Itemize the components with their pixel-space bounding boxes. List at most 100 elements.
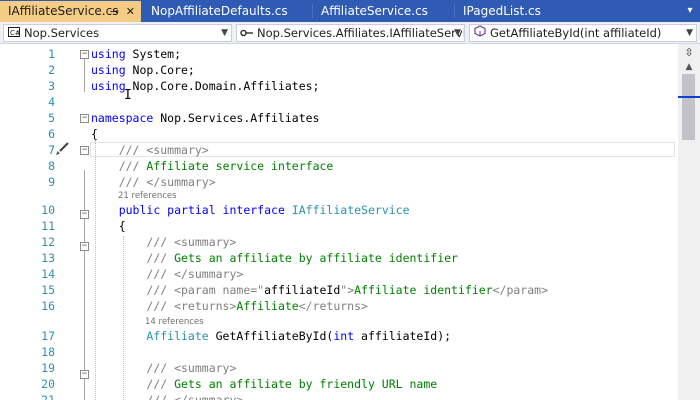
tab-nopaffiliatedefaults[interactable]: NopAffiliateDefaults.cs <box>143 1 311 22</box>
line-number: 18 <box>41 345 55 359</box>
tab-affiliateservice[interactable]: AffiliateService.cs <box>313 1 453 22</box>
line-number: 14 <box>41 267 55 281</box>
code-token: affiliateId); <box>354 329 452 343</box>
code-token: using <box>91 47 126 61</box>
code-token: Affiliate identifier <box>354 283 493 297</box>
code-token: using <box>91 63 126 77</box>
code-text: /// <summary> <box>91 234 236 250</box>
code-token: </returns> <box>298 299 368 313</box>
line-number: 20 <box>41 377 55 391</box>
code-line: 8 /// Affiliate service interface <box>0 158 678 174</box>
code-token: Nop.Core; <box>125 63 195 77</box>
code-text: /// Affiliate service interface <box>91 158 334 174</box>
code-token: IAffiliateService <box>291 203 410 217</box>
tab-label: IPagedList.cs <box>463 4 541 18</box>
method-icon <box>473 25 487 41</box>
code-text: /// </summary> <box>91 174 216 190</box>
member-dropdown[interactable]: GetAffiliateById(int affiliateId) ▼ <box>469 24 697 42</box>
code-token: Gets an affiliate by friendly URL name <box>174 377 438 391</box>
chevron-down-icon: ▼ <box>686 28 693 38</box>
code-token: System; <box>125 47 182 61</box>
code-token: /// <param name=" <box>146 283 265 297</box>
code-text: /// Gets an affiliate by friendly URL na… <box>91 376 437 392</box>
code-token: /// <box>146 377 175 391</box>
code-token: Nop.Core.Domain.Affiliates; <box>125 79 320 93</box>
code-line: 20 /// Gets an affiliate by friendly URL… <box>0 376 678 392</box>
line-number: 5 <box>48 111 55 125</box>
tab-ipagedlist[interactable]: IPagedList.cs <box>455 1 573 22</box>
code-text: Affiliate GetAffiliateById(int affiliate… <box>91 328 451 344</box>
close-icon[interactable]: ✕ <box>126 1 135 22</box>
code-token: /// <summary> <box>146 235 237 249</box>
line-number: 13 <box>41 251 55 265</box>
member-name: GetAffiliateById(int affiliateId) <box>490 26 662 40</box>
code-line: 5 namespace Nop.Services.Affiliates <box>0 110 678 126</box>
code-token: /// </summary> <box>118 175 216 189</box>
caret-position-marker <box>678 96 700 98</box>
code-token: /// <returns> <box>146 299 237 313</box>
line-number: 8 <box>48 159 55 173</box>
code-line: 7 /// <summary> <box>0 142 678 158</box>
code-token: Nop.Services.Affiliates <box>153 111 320 125</box>
scrollbar-thumb[interactable] <box>682 74 695 140</box>
line-number: 19 <box>41 361 55 375</box>
project-name: Nop.Services <box>24 26 100 40</box>
code-text: /// <summary> <box>91 360 236 376</box>
line-number: 1 <box>48 47 55 61</box>
code-token: Affiliate service interface <box>146 159 334 173</box>
type-name: Nop.Services.Affiliates.IAffiliateServic <box>257 26 465 40</box>
project-dropdown[interactable]: C# Nop.Services ▼ <box>3 24 232 42</box>
code-token: GetAffiliateById( <box>208 329 334 343</box>
code-line: 19 /// <summary> <box>0 360 678 376</box>
code-line: 6{ <box>0 126 678 142</box>
split-window-icon[interactable]: ⇳ <box>681 46 697 60</box>
code-line: 1 using System; <box>0 46 678 62</box>
code-token: /// <box>146 251 175 265</box>
code-token: "> <box>340 283 355 297</box>
code-token: Affiliate <box>146 329 209 343</box>
codelens-references[interactable]: 21 references <box>118 191 177 201</box>
tab-overflow-dropdown-icon[interactable]: ▾ <box>680 0 700 22</box>
scroll-up-icon[interactable]: ▲ <box>678 62 700 72</box>
code-line: 3 using Nop.Core.Domain.Affiliates; <box>0 78 678 94</box>
code-line: 11 { <box>0 218 678 234</box>
pin-icon[interactable]: ⊸ <box>110 1 119 22</box>
line-number: 6 <box>48 127 55 141</box>
tab-label: NopAffiliateDefaults.cs <box>151 4 288 18</box>
code-text: using Nop.Core; <box>91 62 195 78</box>
code-text: /// Gets an affiliate by affiliate ident… <box>91 250 458 266</box>
line-number: 9 <box>48 175 55 189</box>
line-number: 15 <box>41 283 55 297</box>
code-token: int <box>333 329 355 343</box>
code-text: public partial interface IAffiliateServi… <box>91 202 410 218</box>
code-token: { <box>91 219 126 233</box>
code-editor[interactable]: − − − − − − 1 using System; 2 using Nop.Co… <box>0 44 678 400</box>
code-token: public partial interface <box>118 203 285 217</box>
document-tab-bar: IAffiliateService.cs ⊸ ✕ NopAffiliateDef… <box>0 0 700 22</box>
code-token: affiliateId <box>264 283 341 297</box>
code-line: 14 /// </summary> <box>0 266 678 282</box>
type-dropdown[interactable]: Nop.Services.Affiliates.IAffiliateServic… <box>236 24 465 42</box>
code-text: namespace Nop.Services.Affiliates <box>91 110 319 126</box>
code-line: 18 <box>0 344 678 360</box>
code-token: /// </summary> <box>146 267 244 281</box>
line-number: 17 <box>41 329 55 343</box>
chevron-down-icon: ▼ <box>221 28 228 38</box>
code-token: Gets an affiliate by affiliate identifie… <box>174 251 458 265</box>
tab-iaffiliateservice[interactable]: IAffiliateService.cs ⊸ ✕ <box>0 1 141 22</box>
line-number: 21 <box>41 393 55 400</box>
codelens-references[interactable]: 14 references <box>145 317 204 327</box>
line-number: 11 <box>41 219 55 233</box>
vertical-scrollbar[interactable]: ⇳ ▲ <box>678 44 700 400</box>
